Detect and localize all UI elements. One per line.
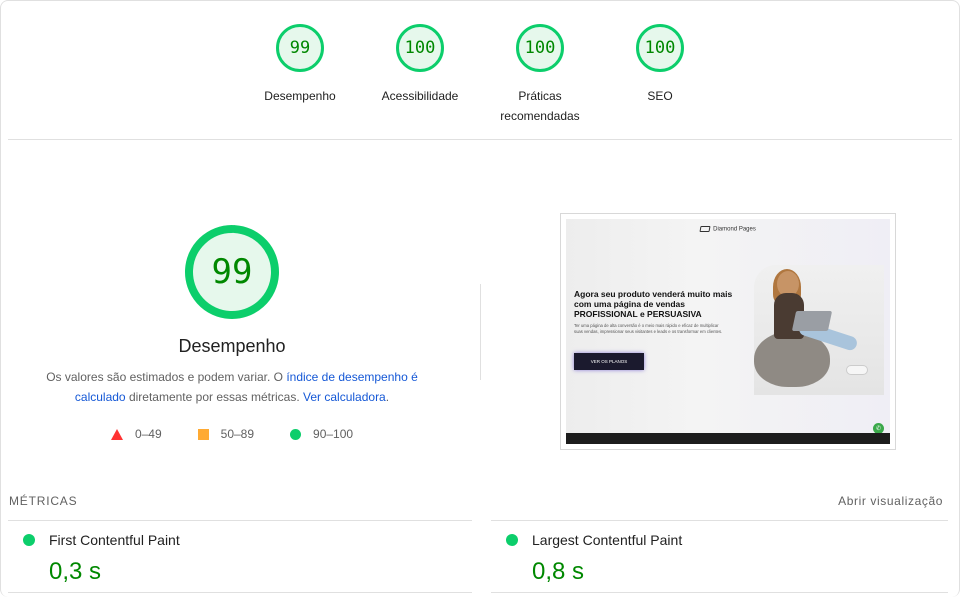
gauge-label: Desempenho [264, 89, 336, 103]
legend-range: 0–49 [134, 427, 162, 441]
gauge-score: 100 [644, 38, 676, 58]
section-divider [8, 139, 952, 140]
site-brand: Diamond Pages [713, 226, 756, 233]
expand-view-toggle[interactable]: Abrir visualização [838, 494, 943, 508]
legend-pass: 90–100 [290, 427, 353, 441]
pass-circle-icon [23, 534, 35, 546]
metric-divider [491, 520, 948, 521]
gauge-label: SEO [647, 89, 673, 103]
gauge-score: 100 [524, 38, 556, 58]
screenshot-content: Diamond Pages Agora seu produto venderá … [566, 219, 890, 444]
metric-header: First Contentful Paint [23, 532, 180, 548]
metric-divider [8, 520, 472, 521]
laptop-icon [791, 311, 833, 331]
metrics-heading: MÉTRICAS [9, 494, 78, 508]
gauge-best-practices[interactable]: 100 Práticas recomendadas [480, 24, 600, 126]
performance-gauge: 99 [184, 224, 280, 320]
metric-name: Largest Contentful Paint [532, 532, 683, 548]
performance-summary: 99 Desempenho Os valores são estimados e… [0, 224, 464, 441]
metric-value: 0,3 s [49, 558, 102, 585]
metric-divider [491, 592, 948, 593]
site-headline-1: Agora seu produto venderá muito mais com… [574, 289, 733, 309]
site-footer-bar [566, 433, 890, 444]
triangle-icon [110, 428, 123, 440]
final-screenshot[interactable]: Diamond Pages Agora seu produto venderá … [560, 213, 896, 450]
legend-range: 90–100 [313, 427, 354, 441]
gauge-label: Acessibilidade [381, 89, 459, 103]
gauge-ring: 99 [276, 24, 324, 72]
performance-score: 99 [211, 252, 253, 292]
desc-text: . [385, 390, 390, 404]
performance-title: Desempenho [178, 336, 286, 356]
pass-circle-icon [506, 534, 518, 546]
square-icon [197, 428, 209, 440]
performance-description: Os valores são estimados e podem variar.… [27, 367, 437, 407]
gauge-score: 100 [404, 38, 436, 58]
diamond-icon [699, 226, 711, 232]
category-gauges: 99 Desempenho 100 Acessibilidade 100 Prá… [0, 24, 960, 126]
legend-average: 50–89 [197, 427, 255, 441]
gauge-score: 99 [289, 38, 311, 58]
gauge-performance[interactable]: 99 Desempenho [240, 24, 360, 126]
gauge-ring: 100 [516, 24, 564, 72]
gauge-accessibility[interactable]: 100 Acessibilidade [360, 24, 480, 126]
calculator-link[interactable]: Ver calculadora [303, 390, 386, 404]
desc-text: Os valores são estimados e podem variar.… [46, 370, 287, 384]
gauge-ring: 100 [636, 24, 684, 72]
metric-value: 0,8 s [532, 558, 585, 585]
site-headline-2: PROFISSIONAL e PERSUASIVA [574, 309, 702, 319]
site-logo: Diamond Pages [566, 226, 890, 233]
vertical-divider [480, 284, 481, 380]
metric-lcp: Largest Contentful Paint 0,8 s [506, 532, 682, 586]
photo-shoe [846, 365, 868, 375]
metric-name: First Contentful Paint [49, 532, 180, 548]
legend-range: 50–89 [220, 427, 255, 441]
desc-text: diretamente por essas métricas. [125, 390, 304, 404]
score-legend: 0–49 50–89 90–100 [110, 427, 353, 441]
gauge-label: Práticas recomendadas [500, 89, 580, 123]
metric-divider [8, 592, 472, 593]
circle-icon [290, 428, 302, 440]
metric-fcp: First Contentful Paint 0,3 s [23, 532, 180, 586]
site-headline: Agora seu produto venderá muito mais com… [574, 289, 734, 319]
site-subtext: Ter uma página de alta conversão é o mei… [574, 323, 723, 334]
legend-fail: 0–49 [110, 427, 162, 441]
site-cta-button: VER OS PLANOS [574, 353, 644, 370]
hero-photo [754, 265, 884, 395]
gauge-ring: 100 [396, 24, 444, 72]
metric-header: Largest Contentful Paint [506, 532, 682, 548]
gauge-seo[interactable]: 100 SEO [600, 24, 720, 126]
